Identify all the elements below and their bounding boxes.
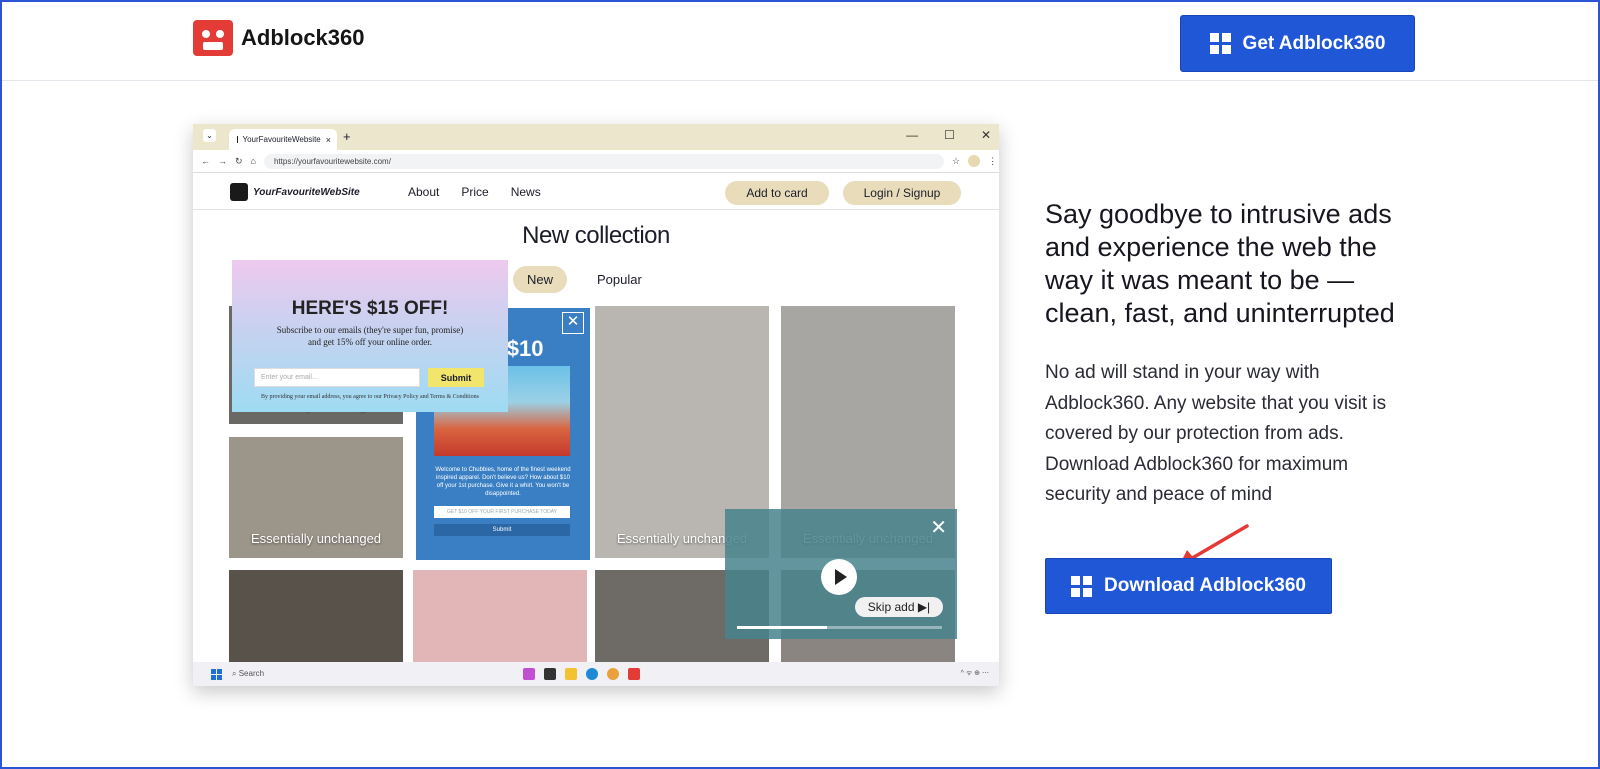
play-icon (821, 559, 857, 595)
mock-nav-price: Price (461, 185, 489, 199)
close-window-icon: ✕ (980, 128, 991, 142)
discount-popup-text-2: and get 15% off your online order. (307, 337, 433, 347)
popup-ad-close-icon: ✕ (562, 312, 584, 334)
file-explorer-icon (565, 668, 577, 680)
mock-product-tile (413, 570, 587, 662)
download-adblock-button[interactable]: Download Adblock360 (1045, 558, 1332, 614)
star-icon: ☆ (951, 155, 961, 166)
windows-icon (1071, 575, 1092, 597)
forward-icon: → (218, 156, 227, 166)
mock-site-nav: YourFavouriteWebSite About Price News Ad… (193, 173, 999, 210)
discount-popup-text-1: Subscribe to our emails (they're super f… (276, 325, 464, 335)
reload-icon: ↻ (235, 155, 243, 166)
mock-site-logo: YourFavouriteWebSite (230, 183, 360, 201)
mock-taskbar: ⌕ Search ^ ᯤ ⊕ ⋯ (193, 662, 999, 686)
mock-add-to-card: Add to card (725, 181, 829, 205)
hero-description: No ad will stand in your way with Adbloc… (1045, 362, 1387, 505)
mock-tab-bar: ⌄ YourFavouriteWebsite × + — ☐ ✕ (193, 124, 999, 150)
edge-icon (586, 668, 598, 680)
mock-discount-popup: HERE'S $15 OFF! Subscribe to our emails … (232, 260, 508, 412)
video-progress-bar (737, 626, 942, 629)
system-tray: ^ ᯤ ⊕ ⋯ (960, 670, 989, 677)
browser-mockup-image: ⌄ YourFavouriteWebsite × + — ☐ ✕ ← → ↻ ⌂… (193, 124, 999, 686)
get-adblock-button[interactable]: Get Adblock360 (1180, 15, 1415, 72)
kebab-menu-icon: ⋮ (988, 155, 998, 166)
task-view-icon (544, 668, 556, 680)
taskbar-search: ⌕ Search (232, 669, 265, 678)
mock-filter-new: New (513, 266, 568, 293)
tab-close-icon: × (325, 134, 331, 145)
copilot-icon (523, 668, 535, 680)
site-logo-icon (230, 183, 248, 201)
popup-ad-field: GET $10 OFF YOUR FIRST PURCHASE TODAY (434, 506, 570, 518)
mock-collection-title: New collection (522, 222, 670, 249)
new-tab-icon: + (343, 129, 351, 144)
discount-submit-button: Submit (428, 368, 484, 387)
video-ad-close-icon: ✕ (930, 517, 947, 539)
skip-ad-button: Skip add ▶| (855, 597, 943, 617)
mock-tab-title: YourFavouriteWebsite (242, 135, 321, 144)
profile-avatar (968, 155, 981, 167)
brand-name: Adblock360 (241, 25, 365, 50)
maximize-icon: ☐ (944, 128, 955, 142)
mock-product-tile (229, 570, 403, 662)
mock-product-tile: Essentially unchanged (229, 437, 403, 558)
popup-ad-body: Welcome to Chubbies, home of the finest … (435, 467, 571, 497)
home-icon: ⌂ (250, 156, 256, 166)
tab-menu-icon: ⌄ (203, 129, 216, 142)
mock-nav-about: About (408, 185, 440, 199)
adblock-logo-icon (193, 20, 233, 56)
mock-video-ad: ✕ Skip add ▶| (725, 509, 957, 639)
windows-icon (1209, 33, 1231, 54)
discount-popup-note: By providing your email address, you agr… (261, 394, 479, 400)
mock-url-field: https://yourfavouritewebsite.com/ (263, 153, 944, 169)
popup-ad-submit: Submit (434, 524, 570, 536)
mock-address-bar: ← → ↻ ⌂ https://yourfavouritewebsite.com… (193, 150, 999, 173)
discount-email-input: Enter your email... (254, 368, 420, 387)
discount-popup-title: HERE'S $15 OFF! (291, 298, 449, 319)
mock-filter-popular: Popular (597, 272, 642, 287)
adblock-taskbar-icon (628, 668, 640, 680)
mock-login: Login / Signup (843, 181, 961, 205)
get-adblock-label: Get Adblock360 (1242, 32, 1386, 54)
download-adblock-label: Download Adblock360 (1104, 575, 1306, 596)
chrome-icon (607, 668, 619, 680)
hero-headline: Say goodbye to intrusive ads and experie… (1045, 199, 1395, 328)
discount-popup-form: Enter your email... Submit (254, 368, 484, 387)
top-nav: Adblock360 Get Adblock360 (2, 2, 1598, 81)
mock-site-links: About Price News (408, 185, 541, 199)
minimize-icon: — (906, 128, 919, 142)
window-controls: — ☐ ✕ (906, 128, 991, 142)
mock-tab: YourFavouriteWebsite × (229, 129, 337, 150)
mock-filters: New Popular (513, 266, 642, 293)
taskbar-apps (523, 668, 640, 680)
mock-nav-news: News (510, 185, 541, 199)
back-icon: ← (201, 156, 210, 166)
windows-start-icon (211, 668, 222, 680)
brand-logo[interactable]: Adblock360 (193, 20, 365, 56)
